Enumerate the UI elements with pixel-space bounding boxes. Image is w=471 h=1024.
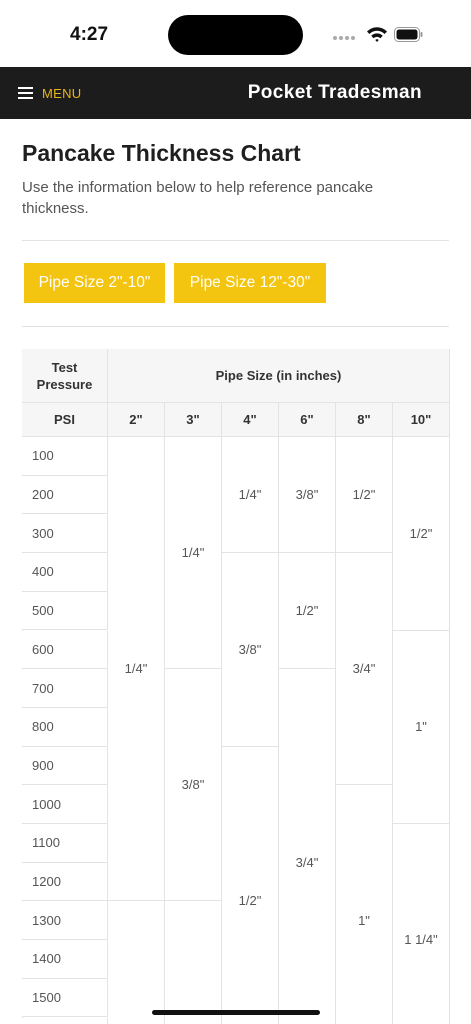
psi-row-label: 200 (22, 475, 108, 515)
thickness-cell (165, 901, 222, 1024)
thickness-cell: 1" (393, 630, 450, 824)
thickness-cell: 3/4" (336, 553, 393, 786)
wifi-icon (367, 27, 387, 42)
psi-row-label: 1200 (22, 862, 108, 902)
psi-row-label: 800 (22, 707, 108, 747)
pipe-size-3-header: 6" (279, 403, 336, 437)
pipe-size-5-header: 10" (393, 403, 450, 437)
psi-header: PSI (22, 403, 108, 437)
dynamic-island (168, 15, 303, 55)
pipe-size-2-header: 4" (222, 403, 279, 437)
psi-row-label (22, 1017, 108, 1024)
thickness-cell: 1/4" (165, 437, 222, 670)
thickness-cell: 1/2" (336, 437, 393, 554)
psi-row-label: 1300 (22, 901, 108, 941)
home-indicator (152, 1010, 320, 1015)
psi-row-label: 1500 (22, 978, 108, 1018)
thickness-cell: 1/2" (222, 746, 279, 1024)
thickness-cell: 1 1/4" (393, 824, 450, 1024)
page-intro: Use the information below to help refere… (22, 179, 374, 217)
app-header: MENU Pocket Tradesman (0, 67, 471, 119)
pipe-size-header: Pipe Size (in inches) (108, 349, 450, 403)
thickness-cell: 3/8" (165, 669, 222, 902)
psi-row-label: 400 (22, 553, 108, 592)
menu-button[interactable]: MENU (18, 67, 81, 119)
thickness-cell (108, 901, 165, 1024)
psi-row-label: 300 (22, 514, 108, 554)
test-pressure-header: Test Pressure (22, 349, 108, 403)
battery-icon (394, 27, 423, 42)
tab-pipe-size-2-10[interactable]: Pipe Size 2"-10" (24, 263, 165, 303)
pipe-size-4-header: 8" (336, 403, 393, 437)
page-title: Pancake Thickness Chart (22, 140, 301, 166)
thickness-cell: 1/2" (279, 553, 336, 670)
psi-row-label: 900 (22, 746, 108, 786)
brand-logo[interactable]: Pocket Tradesman (248, 67, 422, 119)
thickness-cell: 3/4" (279, 669, 336, 1024)
status-time: 4:27 (70, 24, 109, 45)
psi-row-label: 1000 (22, 785, 108, 824)
tab-pipe-size-12-30[interactable]: Pipe Size 12"-30" (174, 263, 326, 303)
menu-label: MENU (42, 85, 82, 101)
thickness-cell: 1/4" (108, 437, 165, 902)
psi-row-label: 1100 (22, 824, 108, 863)
thickness-cell: 1/4" (222, 437, 279, 554)
cellular-signal-icon (333, 36, 355, 40)
pipe-size-1-header: 3" (165, 403, 222, 437)
thickness-cell: 1" (336, 785, 393, 1024)
psi-row-label: 100 (22, 437, 108, 476)
psi-row-label: 600 (22, 630, 108, 670)
hamburger-icon (18, 87, 33, 99)
divider (22, 326, 449, 327)
thickness-cell: 1/2" (393, 437, 450, 631)
pipe-size-0-header: 2" (108, 403, 165, 437)
divider (22, 240, 449, 241)
psi-row-label: 700 (22, 669, 108, 708)
status-bar: 4:27 (0, 0, 471, 67)
psi-row-label: 1400 (22, 940, 108, 979)
thickness-cell: 3/8" (222, 553, 279, 747)
thickness-cell: 3/8" (279, 437, 336, 554)
psi-row-label: 500 (22, 591, 108, 631)
